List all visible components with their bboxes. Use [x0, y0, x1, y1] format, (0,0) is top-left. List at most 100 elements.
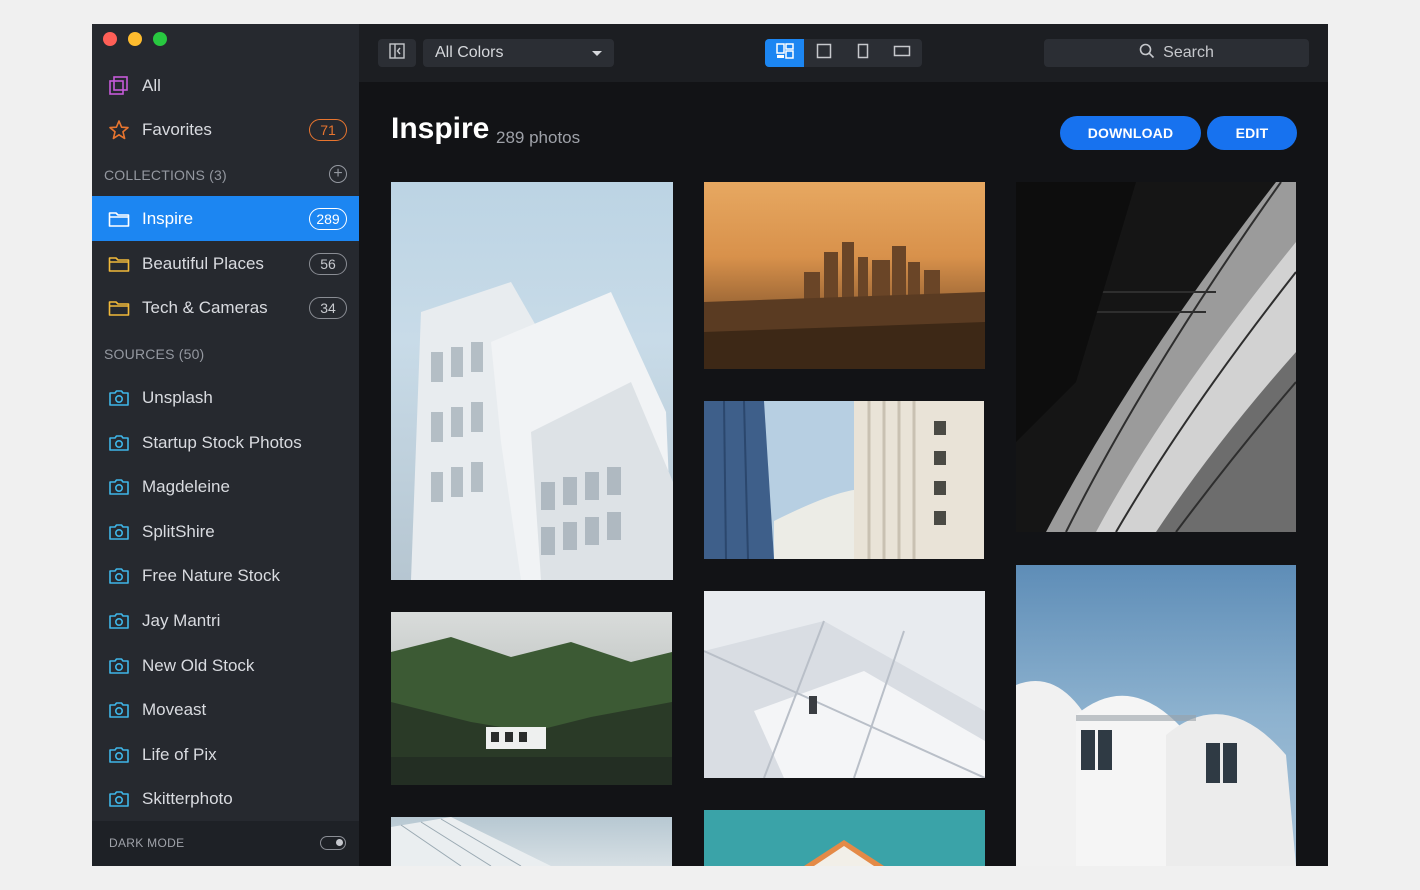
masonry-view-icon: [775, 42, 794, 64]
app-window: All Favorites 71 COLLECTIONS (3) + Inspi…: [92, 24, 1328, 866]
sidebar-item-label: Skitterphoto: [142, 789, 233, 809]
sources-header: SOURCES (50): [104, 346, 205, 362]
camera-icon: [108, 744, 130, 766]
photo-teal-roof-image: [804, 840, 884, 866]
camera-icon: [108, 788, 130, 810]
sidebar-item-source[interactable]: Free Nature Stock: [92, 554, 359, 598]
zoom-window-button[interactable]: [153, 32, 167, 46]
collections-header: COLLECTIONS (3): [104, 167, 227, 183]
camera-icon: [108, 476, 130, 498]
sidebar-item-source[interactable]: Skitterphoto: [92, 777, 359, 821]
sidebar-item-label: Life of Pix: [142, 744, 217, 764]
sidebar-item-source[interactable]: Life of Pix: [92, 733, 359, 777]
photo-arched-building-image: [1016, 681, 1296, 866]
sidebar-item-label: Free Nature Stock: [142, 566, 280, 586]
photo-city-sunset-image: [704, 242, 985, 369]
sidebar-item-label: Unsplash: [142, 388, 213, 407]
sidebar-item-source[interactable]: Startup Stock Photos: [92, 421, 359, 465]
folder-icon: [108, 208, 130, 230]
sidebar: All Favorites 71 COLLECTIONS (3) + Inspi…: [92, 24, 359, 866]
photo-arched-building[interactable]: [1016, 565, 1296, 866]
photo-glass-building[interactable]: [391, 817, 672, 866]
photo-bw-architecture[interactable]: [1016, 182, 1296, 532]
landscape-view-icon: [893, 44, 911, 62]
color-filter-select[interactable]: All Colors: [423, 39, 614, 67]
photo-white-stairs[interactable]: [704, 591, 985, 778]
edit-button[interactable]: EDIT: [1207, 116, 1297, 150]
square-view-button[interactable]: [804, 39, 843, 67]
sidebar-item-label: Startup Stock Photos: [142, 432, 302, 452]
photo-white-building-image: [411, 282, 673, 580]
photo-curved-facade-image: [704, 401, 984, 559]
sidebar-item-source[interactable]: SplitShire: [92, 510, 359, 554]
count-badge: 56: [309, 253, 347, 275]
search-placeholder: Search: [1163, 44, 1214, 61]
camera-icon: [108, 521, 130, 543]
photo-white-building[interactable]: [391, 182, 673, 580]
sidebar-item-label: Beautiful Places: [142, 254, 264, 273]
sidebar-item-source[interactable]: Magdeleine: [92, 465, 359, 509]
sidebar-item-label: Tech & Cameras: [142, 298, 268, 317]
folder-icon: [108, 297, 130, 319]
toolbar: All Colors Search: [359, 24, 1328, 82]
sidebar-item-label: Moveast: [142, 700, 207, 720]
photo-teal-roof[interactable]: [704, 810, 985, 866]
photo-green-valley[interactable]: [391, 612, 672, 785]
dark-mode-toggle[interactable]: [320, 836, 346, 850]
photo-green-valley-image: [391, 637, 672, 785]
sidebar-item-beautiful-places[interactable]: Beautiful Places 56: [92, 242, 359, 286]
sidebar-item-label: SplitShire: [142, 521, 215, 541]
page-title: Inspire: [391, 112, 490, 145]
toggle-sidebar-button[interactable]: [378, 39, 416, 67]
camera-icon: [108, 699, 130, 721]
sidebar-item-source[interactable]: Moveast: [92, 688, 359, 732]
portrait-view-icon: [857, 43, 869, 64]
photo-glass-building-image: [391, 817, 551, 866]
camera-icon: [108, 387, 130, 409]
photo-city-sunset[interactable]: [704, 182, 985, 369]
camera-icon: [108, 432, 130, 454]
dark-mode-footer: DARK MODE: [92, 821, 359, 866]
sidebar-item-tech-cameras[interactable]: Tech & Cameras 34: [92, 286, 359, 330]
star-icon: [108, 119, 130, 141]
sidebar-item-label: Magdeleine: [142, 477, 230, 497]
sidebar-item-label: New Old Stock: [142, 655, 255, 675]
camera-icon: [108, 610, 130, 632]
close-window-button[interactable]: [103, 32, 117, 46]
download-button[interactable]: DOWNLOAD: [1060, 116, 1201, 150]
search-icon: [1139, 43, 1163, 64]
photo-white-stairs-image: [704, 620, 985, 778]
photo-bw-architecture-image: [1016, 182, 1296, 532]
color-filter-value: All Colors: [435, 44, 504, 61]
sidebar-item-inspire[interactable]: Inspire 289: [92, 196, 359, 241]
count-badge: 34: [309, 297, 347, 319]
sidebar-item-favorites[interactable]: Favorites 71: [92, 108, 359, 152]
sidebar-item-source[interactable]: Jay Mantri: [92, 599, 359, 643]
sidebar-item-label: Favorites: [142, 120, 212, 139]
camera-icon: [108, 655, 130, 677]
dark-mode-label: DARK MODE: [109, 836, 185, 850]
sidebar-item-label: Inspire: [142, 208, 194, 228]
minimize-window-button[interactable]: [128, 32, 142, 46]
sidebar-item-label: Jay Mantri: [142, 611, 221, 630]
add-collection-button[interactable]: +: [329, 165, 347, 183]
folder-icon: [108, 253, 130, 275]
sidebar-toggle-icon: [389, 42, 405, 64]
masonry-view-button[interactable]: [765, 39, 804, 67]
sidebar-item-label: All: [142, 76, 161, 95]
photo-count: 289 photos: [496, 128, 581, 147]
search-field[interactable]: Search: [1044, 39, 1309, 67]
portrait-view-button[interactable]: [843, 39, 882, 67]
sidebar-item-source[interactable]: Unsplash: [92, 376, 359, 420]
count-badge: 289: [309, 207, 347, 230]
photos-stack-icon: [108, 75, 130, 97]
sidebar-item-all[interactable]: All: [92, 64, 359, 108]
square-view-icon: [816, 43, 832, 64]
count-badge: 71: [309, 119, 347, 141]
landscape-view-button[interactable]: [882, 39, 921, 67]
chevron-down-icon: [592, 51, 602, 56]
photo-curved-facade[interactable]: [704, 401, 984, 559]
view-mode-group: [765, 39, 922, 67]
camera-icon: [108, 565, 130, 587]
sidebar-item-source[interactable]: New Old Stock: [92, 644, 359, 688]
